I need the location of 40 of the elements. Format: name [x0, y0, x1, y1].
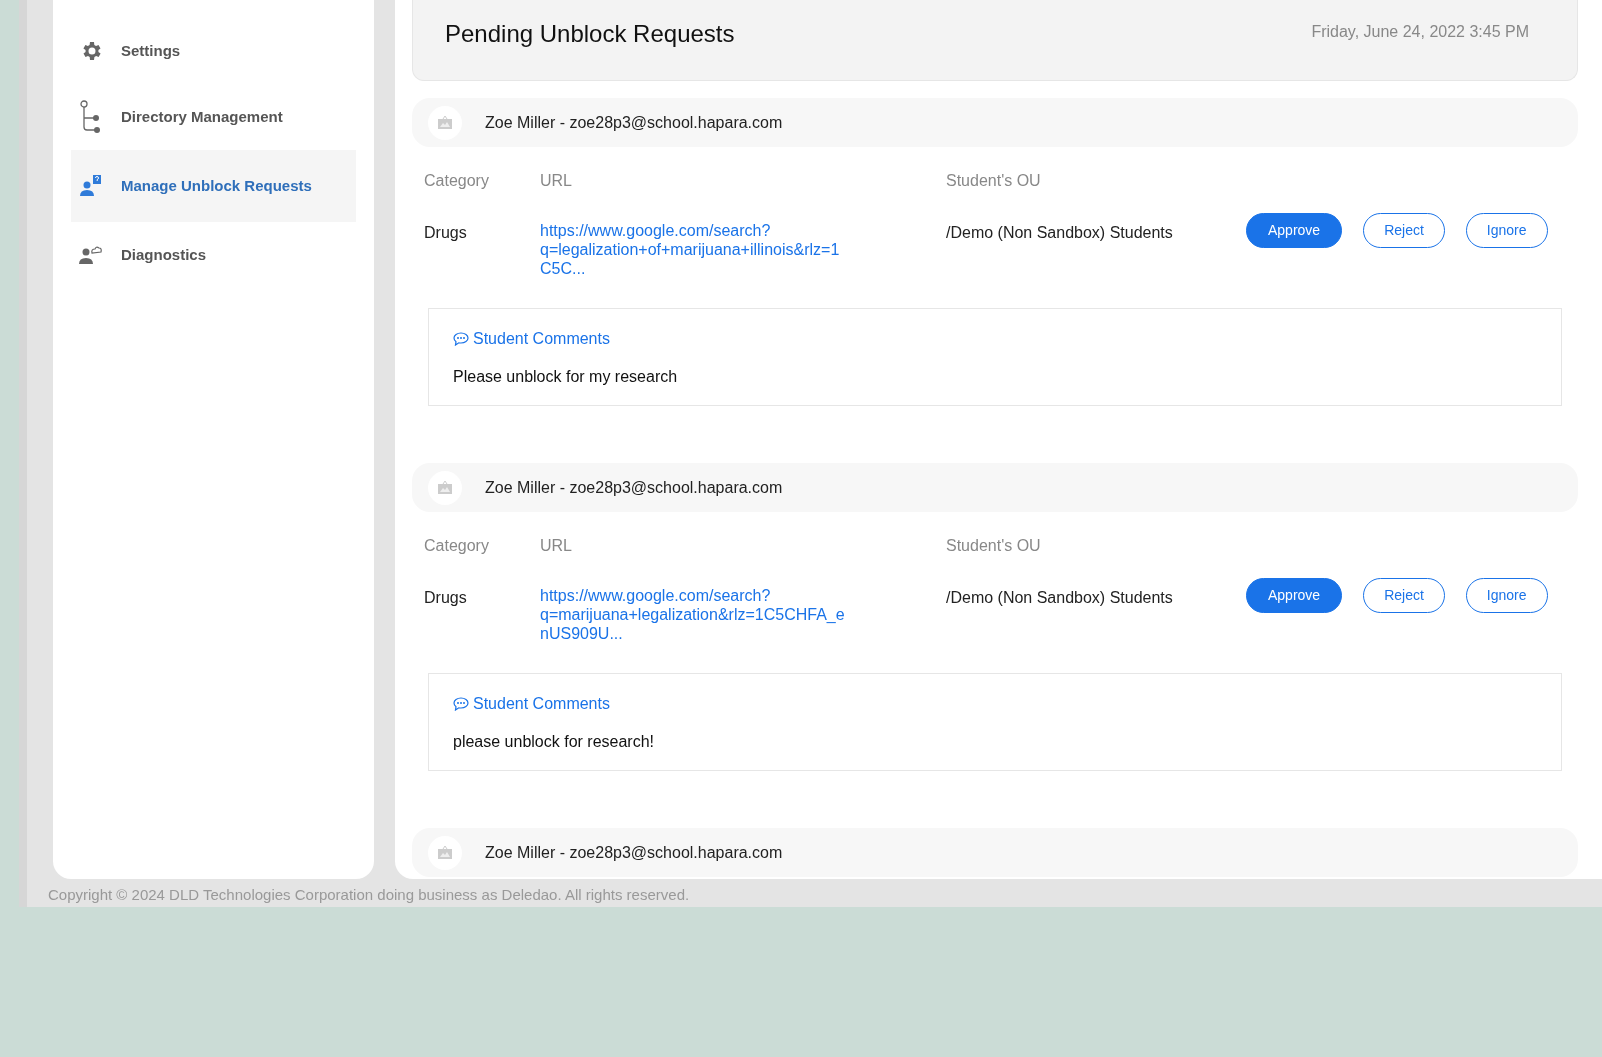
column-heading: Student's OU	[946, 536, 1042, 556]
date-text: Friday, June 24, 2022 3:45 PM	[1311, 22, 1529, 42]
category-text: Drugs	[424, 223, 468, 243]
action-button[interactable]: Reject	[1363, 213, 1445, 248]
column-heading: Student's OU	[946, 171, 1042, 191]
avatar-icon	[428, 835, 462, 870]
person-question-icon	[79, 174, 103, 198]
comment-text: Please unblock for my research	[453, 367, 679, 387]
tree-icon	[79, 100, 103, 134]
sidebar-item[interactable]: Diagnostics	[71, 222, 356, 288]
action-button[interactable]: Ignore	[1465, 213, 1548, 248]
column-heading: URL	[540, 171, 573, 191]
person-cloud-icon	[79, 245, 103, 265]
comments-title: Student Comments	[473, 694, 610, 714]
copyright-text: Copyright © 2024 DLD Technologies Corporation doing business as Deledao. All rights reserved.	[48, 885, 691, 905]
ou-text: /Demo (Non Sandbox) Students	[946, 223, 1174, 243]
action-button[interactable]: Reject	[1363, 578, 1445, 613]
student-name: Zoe Miller - zoe28p3@school.hapara.com	[485, 842, 783, 863]
url-link[interactable]: https://www.google.com/search?q=legalization+of+marijuana+illinois&rlz=1C5C...	[540, 213, 946, 278]
avatar-icon	[428, 105, 462, 140]
student-name: Zoe Miller - zoe28p3@school.hapara.com	[485, 477, 783, 498]
column-heading: Category	[424, 536, 490, 556]
approve-button[interactable]: Approve	[1246, 213, 1343, 248]
sidebar-item[interactable]: Directory Management	[71, 84, 356, 150]
sidebar-item[interactable]: Settings	[71, 18, 356, 84]
ou-text: /Demo (Non Sandbox) Students	[946, 588, 1174, 608]
url-link[interactable]: https://www.google.com/search?q=marijuana+legalization&rlz=1C5CHFA_enUS909U...	[540, 578, 946, 643]
page-title: Pending Unblock Requests	[445, 19, 735, 49]
approve-button[interactable]: Approve	[1246, 578, 1343, 613]
action-button[interactable]: Ignore	[1465, 578, 1548, 613]
sidebar-item[interactable]: Manage Unblock Requests	[71, 150, 356, 222]
chat-bubble-icon	[453, 697, 469, 711]
avatar-icon	[428, 470, 462, 505]
comments-title: Student Comments	[473, 329, 610, 349]
chat-bubble-icon	[453, 332, 469, 346]
column-heading: URL	[540, 536, 573, 556]
category-text: Drugs	[424, 588, 468, 608]
student-name: Zoe Miller - zoe28p3@school.hapara.com	[485, 112, 783, 133]
comment-text: please unblock for research!	[453, 732, 655, 752]
column-heading: Category	[424, 171, 490, 191]
